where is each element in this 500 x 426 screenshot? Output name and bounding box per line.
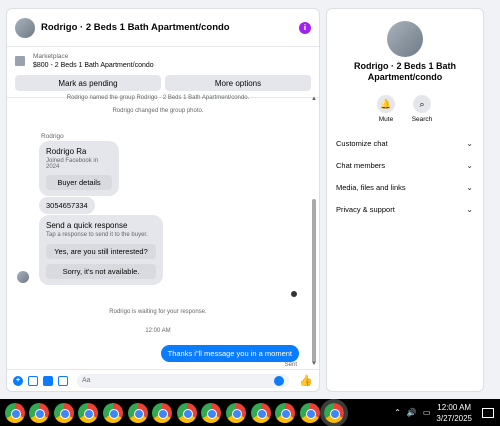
search-label: Search (411, 116, 433, 123)
waiting-notice: Rodrigo is waiting for your response. (109, 309, 207, 315)
profile-joined: Joined Facebook in 2024 (46, 158, 99, 170)
sent-status: Sent (284, 362, 297, 368)
mute-button[interactable]: 🔔 Mute (371, 95, 401, 123)
sender-avatar (17, 271, 29, 283)
chat-details-panel: Rodrigo · 2 Beds 1 Bath Apartment/condo … (326, 8, 484, 392)
timestamp: 12:00 AM (145, 328, 171, 334)
search-icon: ⌕ (413, 95, 431, 113)
menu-privacy-support[interactable]: Privacy & support ⌄ (336, 205, 473, 214)
chrome-icon[interactable] (53, 402, 74, 423)
chrome-icon[interactable] (152, 402, 173, 423)
volume-icon[interactable]: 🔊 (407, 408, 417, 417)
profile-name: Rodrigo Ra (46, 147, 87, 156)
quick-reply-interested[interactable]: Yes, are you still interested? (46, 244, 156, 259)
image-icon[interactable] (28, 375, 38, 386)
quick-reply-not-available[interactable]: Sorry, it's not available. (46, 264, 156, 279)
chevron-up-icon[interactable]: ⌃ (394, 408, 401, 417)
info-icon[interactable]: i (299, 21, 311, 34)
listing-label: Marketplace (33, 53, 69, 60)
quick-response-title: Send a quick response (46, 221, 128, 230)
chat-header: Rodrigo · 2 Beds 1 Bath Apartment/condo … (7, 9, 319, 47)
group-photo[interactable] (387, 21, 423, 57)
mute-label: Mute (378, 116, 394, 123)
chrome-icon[interactable] (201, 402, 222, 423)
message-list: Rodrigo named the group Rodrigo · 2 Beds… (7, 95, 309, 369)
clock[interactable]: 12:00 AM 3/27/2025 (436, 402, 472, 424)
chrome-icon[interactable] (225, 402, 246, 423)
chat-title[interactable]: Rodrigo · 2 Beds 1 Bath Apartment/condo (41, 22, 299, 33)
scrollbar-thumb[interactable] (312, 199, 316, 363)
sender-name: Rodrigo (41, 133, 64, 140)
chevron-down-icon: ⌄ (466, 205, 473, 214)
gif-icon[interactable] (58, 375, 68, 386)
system-message: Rodrigo named the group Rodrigo · 2 Beds… (66, 95, 250, 101)
menu-chat-members[interactable]: Chat members ⌄ (336, 161, 473, 170)
scroll-down-arrow[interactable]: ▼ (311, 361, 317, 367)
plus-icon[interactable]: + (13, 375, 23, 386)
menu-label: Chat members (336, 161, 386, 170)
quick-response-subtitle: Tap a response to send it to the buyer. (46, 232, 148, 238)
buyer-details-button[interactable]: Buyer details (46, 175, 112, 190)
sticker-icon[interactable] (43, 375, 53, 386)
phone-message: 3054657334 (39, 197, 95, 214)
scroll-up-arrow[interactable]: ▲ (311, 96, 317, 102)
windows-taskbar: ⌃ 🔊 ▭ 12:00 AM 3/27/2025 (0, 398, 500, 426)
chevron-down-icon: ⌄ (466, 183, 473, 192)
chrome-icon-active[interactable] (320, 398, 349, 426)
menu-label: Media, files and links (336, 183, 406, 192)
composer: + 👍 (7, 369, 319, 391)
menu-customize-chat[interactable]: Customize chat ⌄ (336, 139, 473, 148)
clock-date: 3/27/2025 (436, 413, 472, 423)
chrome-icon[interactable] (4, 402, 25, 423)
outgoing-message: Thanks i"ll message you in a moment (160, 345, 299, 362)
like-icon[interactable]: 👍 (299, 374, 313, 387)
chevron-down-icon: ⌄ (466, 139, 473, 148)
marketplace-listing[interactable]: Marketplace $800 - 2 Beds 1 Bath Apartme… (7, 47, 319, 73)
chrome-icon[interactable] (102, 402, 123, 423)
notification-icon[interactable] (482, 407, 494, 418)
chrome-icon[interactable] (78, 402, 99, 423)
profile-card: Rodrigo Ra Joined Facebook in 2024 Buyer… (39, 141, 119, 196)
message-input-wrapper (77, 373, 290, 388)
chrome-icon[interactable] (29, 402, 50, 423)
emoji-icon[interactable] (274, 375, 285, 386)
system-message: Rodrigo changed the group photo. (112, 108, 204, 114)
listing-thumbnail (15, 56, 25, 66)
menu-label: Privacy & support (336, 205, 395, 214)
chrome-icon[interactable] (299, 402, 320, 423)
chevron-down-icon: ⌄ (466, 161, 473, 170)
details-title: Rodrigo · 2 Beds 1 Bath Apartment/condo (353, 61, 456, 82)
search-button[interactable]: ⌕ Search (407, 95, 437, 123)
menu-label: Customize chat (336, 139, 388, 148)
chrome-icon[interactable] (275, 402, 296, 423)
chrome-icon[interactable] (127, 402, 148, 423)
quick-response-card: Send a quick response Tap a response to … (39, 215, 163, 285)
chrome-icon[interactable] (176, 402, 197, 423)
more-options-button[interactable]: More options (165, 75, 311, 91)
listing-title: $800 - 2 Beds 1 Bath Apartment/condo (33, 62, 154, 69)
group-avatar[interactable] (15, 17, 35, 38)
chat-panel: Rodrigo · 2 Beds 1 Bath Apartment/condo … (6, 8, 320, 392)
system-tray: ⌃ 🔊 ▭ 12:00 AM 3/27/2025 (394, 399, 500, 426)
bell-icon: 🔔 (377, 95, 395, 113)
clock-time: 12:00 AM (437, 402, 472, 412)
mark-pending-button[interactable]: Mark as pending (15, 75, 161, 91)
network-icon[interactable]: ▭ (423, 408, 431, 417)
chrome-icon[interactable] (250, 402, 271, 423)
message-input[interactable] (82, 377, 275, 384)
read-receipt-icon (291, 291, 297, 297)
menu-media-files-links[interactable]: Media, files and links ⌄ (336, 183, 473, 192)
